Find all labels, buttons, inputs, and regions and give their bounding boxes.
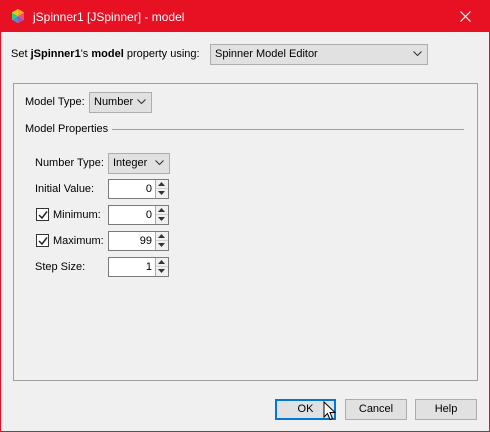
checkmark-icon [38, 237, 48, 246]
cancel-button[interactable]: Cancel [345, 399, 407, 420]
maximum-spinner[interactable]: 99 [108, 231, 169, 251]
number-type-label: Number Type: [35, 157, 104, 169]
close-button[interactable] [443, 1, 489, 32]
model-type-label: Model Type: [25, 96, 85, 108]
caret-up-icon [158, 260, 165, 264]
spinner-down-button[interactable] [156, 267, 168, 276]
spinner-arrows [155, 180, 168, 198]
number-type-dropdown[interactable]: Integer [108, 153, 170, 174]
model-type-dropdown[interactable]: Number [89, 92, 152, 113]
caret-up-icon [158, 182, 165, 186]
minimum-spinner[interactable]: 0 [108, 205, 169, 225]
initial-value-label: Initial Value: [35, 183, 95, 195]
step-size-spinner[interactable]: 1 [108, 257, 169, 277]
caret-up-icon [158, 208, 165, 212]
spinner-down-button[interactable] [156, 189, 168, 198]
chevron-down-icon [155, 160, 164, 166]
caret-down-icon [158, 217, 165, 221]
minimum-label: Minimum: [53, 209, 101, 221]
maximum-checkbox[interactable] [36, 234, 49, 247]
editor-select-label: Set jSpinner1's model property using: [11, 48, 200, 60]
window-title: jSpinner1 [JSpinner] - model [33, 10, 185, 24]
model-properties-heading: Model Properties [25, 123, 109, 135]
component-name: jSpinner1 [30, 48, 81, 60]
editor-select-value: Spinner Model Editor [215, 48, 318, 60]
mouse-pointer-icon [323, 401, 336, 421]
caret-down-icon [158, 243, 165, 247]
number-type-value: Integer [113, 157, 148, 169]
caret-down-icon [158, 269, 165, 273]
model-type-value: Number [94, 96, 134, 108]
spinner-up-button[interactable] [156, 232, 168, 241]
spinner-arrows [155, 258, 168, 276]
close-icon [460, 11, 471, 22]
initial-value-spinner[interactable]: 0 [108, 179, 169, 199]
step-size-label: Step Size: [35, 261, 86, 273]
section-separator [112, 129, 464, 130]
spinner-up-button[interactable] [156, 180, 168, 189]
spinner-up-button[interactable] [156, 258, 168, 267]
app-logo-icon [12, 9, 24, 23]
spinner-arrows [155, 232, 168, 250]
caret-up-icon [158, 234, 165, 238]
chevron-down-icon [413, 51, 422, 57]
checkmark-icon [38, 211, 48, 220]
chevron-down-icon [137, 99, 146, 105]
title-bar[interactable]: jSpinner1 [JSpinner] - model [1, 1, 489, 32]
step-size-field[interactable]: 1 [146, 261, 152, 273]
maximum-field[interactable]: 99 [140, 235, 152, 247]
dialog-window: jSpinner1 [JSpinner] - model Set jSpinne… [0, 0, 490, 432]
spinner-up-button[interactable] [156, 206, 168, 215]
initial-value-field[interactable]: 0 [146, 183, 152, 195]
editor-select-dropdown[interactable]: Spinner Model Editor [210, 44, 428, 65]
help-button[interactable]: Help [415, 399, 477, 420]
spinner-arrows [155, 206, 168, 224]
model-editor-panel: Model Type: Number Model Properties Numb… [13, 83, 478, 381]
minimum-field[interactable]: 0 [146, 209, 152, 221]
property-name: model [91, 48, 124, 60]
caret-down-icon [158, 191, 165, 195]
spinner-down-button[interactable] [156, 215, 168, 224]
minimum-checkbox[interactable] [36, 208, 49, 221]
spinner-down-button[interactable] [156, 241, 168, 250]
maximum-label: Maximum: [53, 235, 104, 247]
